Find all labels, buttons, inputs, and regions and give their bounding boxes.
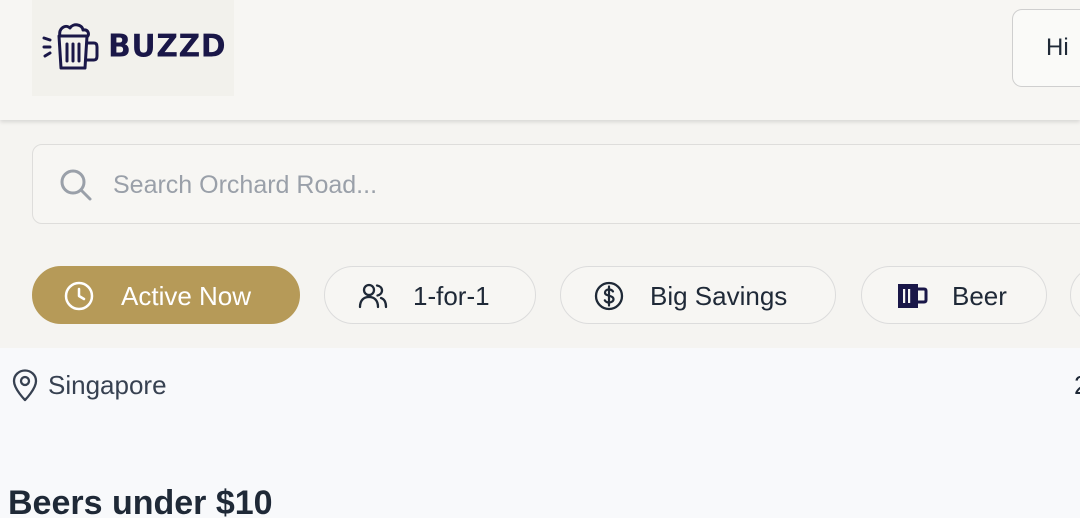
greeting-label: Hi bbox=[1046, 34, 1069, 61]
count-text: 2 bbox=[1074, 370, 1080, 401]
filter-chip-beer[interactable]: Beer bbox=[861, 266, 1047, 324]
dollar-circle-icon bbox=[594, 281, 624, 311]
search-input[interactable] bbox=[113, 165, 1013, 205]
user-greeting-button[interactable]: Hi bbox=[1012, 9, 1080, 87]
filter-chip-1-for-1[interactable]: 1-for-1 bbox=[324, 266, 536, 324]
search-icon bbox=[60, 169, 92, 201]
clock-icon bbox=[64, 281, 94, 311]
users-icon bbox=[358, 283, 388, 309]
logo[interactable]: BUZZD bbox=[32, 0, 234, 96]
section-title: Beers under $10 bbox=[8, 484, 273, 518]
logo-text: BUZZD bbox=[108, 28, 227, 65]
location-label: Singapore bbox=[48, 370, 167, 400]
filter-chip-label: Active Now bbox=[121, 281, 252, 311]
beer-mug-icon bbox=[898, 284, 928, 308]
map-pin-icon bbox=[12, 369, 38, 402]
filter-chip-label: Big Savings bbox=[650, 281, 788, 311]
beer-mug-logo-icon bbox=[42, 23, 99, 70]
filter-chip-active-now[interactable]: Active Now bbox=[32, 266, 300, 324]
filter-chip-label: Beer bbox=[952, 281, 1007, 311]
app-header: BUZZD Hi bbox=[0, 0, 1080, 120]
search-and-filters: Active Now 1-for-1 Big Savings Beer bbox=[0, 120, 1080, 348]
filter-chip-more[interactable] bbox=[1070, 266, 1080, 324]
filter-chip-big-savings[interactable]: Big Savings bbox=[560, 266, 836, 324]
search-bar[interactable] bbox=[32, 144, 1080, 224]
filter-chip-label: 1-for-1 bbox=[413, 281, 490, 311]
